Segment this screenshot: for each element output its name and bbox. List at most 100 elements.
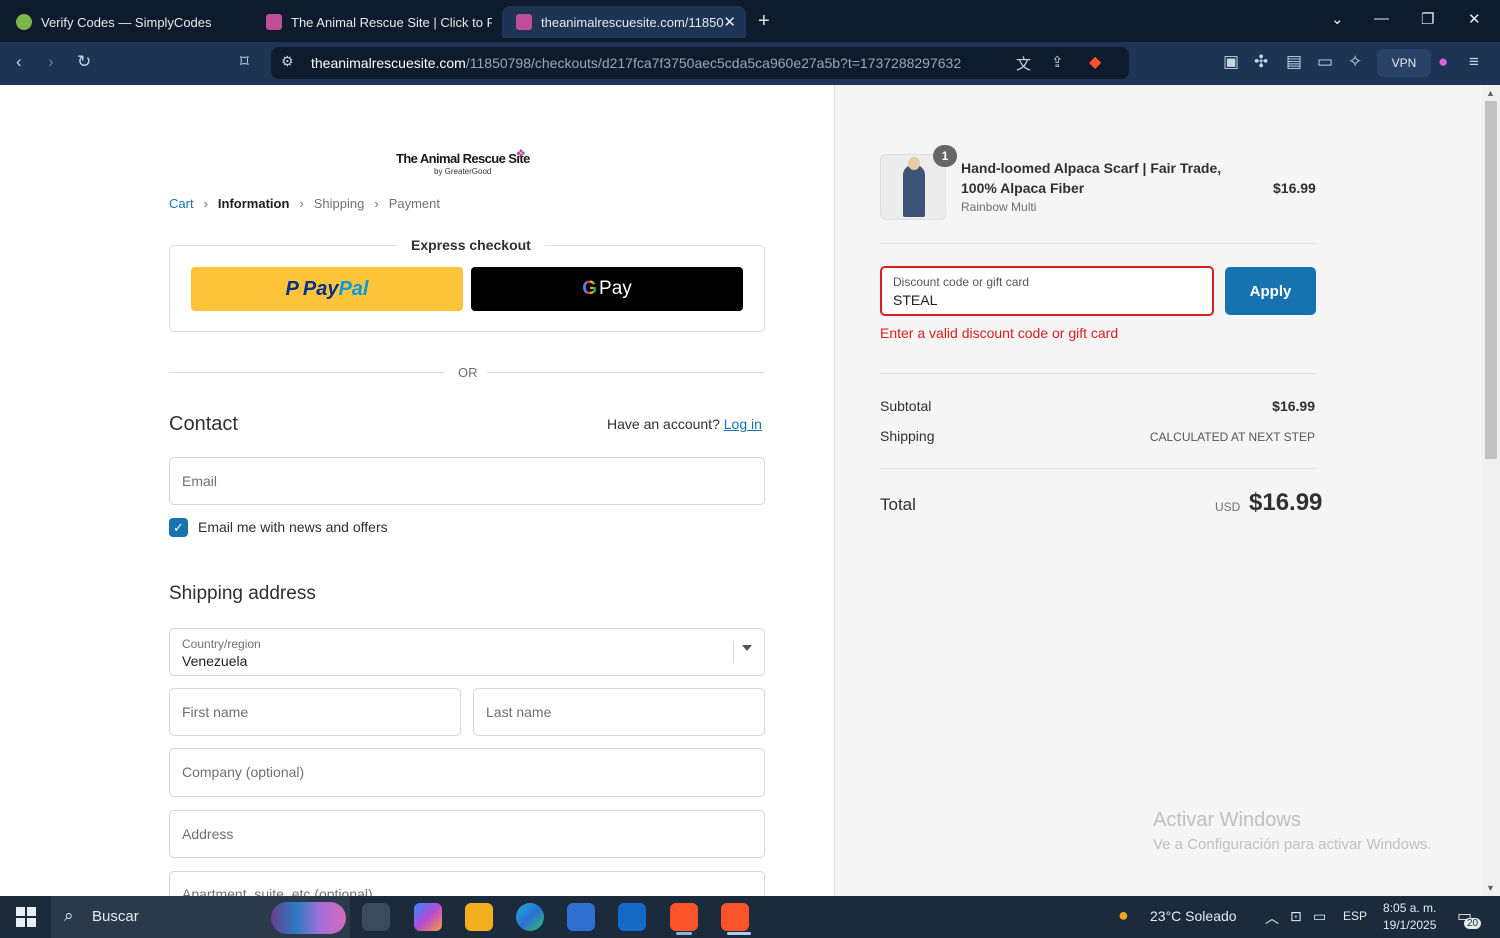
checkout-main: The Animal Rescue Site ❖ by GreaterGood … — [0, 85, 834, 896]
or-divider: OR — [169, 365, 765, 381]
divider-line — [880, 243, 1316, 244]
vpn-button[interactable]: VPN — [1377, 49, 1431, 77]
menu-icon[interactable]: ≡ — [1469, 52, 1479, 72]
chevron-down-icon — [742, 645, 752, 651]
language-indicator[interactable]: ESP — [1343, 909, 1367, 923]
clock-time: 8:05 a. m. — [1383, 901, 1437, 915]
logo-subtitle: by GreaterGood — [434, 167, 492, 176]
login-link[interactable]: Log in — [724, 416, 762, 432]
total-value: $16.99 — [1249, 489, 1323, 516]
chevron-right-icon: › — [374, 196, 379, 211]
order-summary: 1 Hand-loomed Alpaca Scarf | Fair Trade,… — [834, 85, 1482, 896]
country-select[interactable]: Country/region Venezuela — [169, 628, 765, 676]
breadcrumb-cart[interactable]: Cart — [169, 196, 194, 211]
sidebar-icon[interactable]: ▤ — [1286, 52, 1302, 72]
tab-title: Verify Codes — SimplyCodes — [41, 14, 212, 30]
new-tab-icon[interactable]: + — [758, 10, 770, 33]
scrollbar-thumb[interactable] — [1485, 101, 1497, 459]
translate-icon[interactable]: 文 — [1016, 53, 1031, 74]
first-name-field[interactable]: First name — [169, 688, 461, 736]
file-explorer-icon[interactable] — [465, 903, 493, 931]
minimize-icon[interactable]: — — [1374, 10, 1389, 27]
divider-line — [487, 372, 765, 373]
quantity-badge: 1 — [933, 145, 957, 167]
leo-ai-icon[interactable]: ✧ — [1348, 52, 1362, 72]
notification-count-badge: 20 — [1464, 918, 1482, 929]
company-field[interactable]: Company (optional) — [169, 748, 765, 797]
weather-sun-icon[interactable]: ● — [1118, 905, 1129, 926]
copilot-icon[interactable] — [414, 903, 442, 931]
wallet-icon[interactable]: ▭ — [1317, 52, 1333, 72]
edge-icon[interactable] — [516, 903, 544, 931]
email-field[interactable]: Email — [169, 457, 765, 505]
chevron-right-icon: › — [203, 196, 208, 211]
microsoft-store-icon[interactable] — [567, 903, 595, 931]
back-icon[interactable]: ‹ — [16, 52, 22, 72]
forward-icon[interactable]: › — [48, 52, 54, 72]
tab-simplycodes[interactable]: Verify Codes — SimplyCodes — [2, 6, 252, 38]
last-name-field[interactable]: Last name — [473, 688, 765, 736]
brave-shields-icon[interactable]: ◆ — [1089, 52, 1101, 72]
tab-animal-rescue[interactable]: The Animal Rescue Site | Click to Fe — [252, 6, 492, 38]
tab-checkout[interactable]: theanimalrescuesite.com/11850 ✕ — [502, 6, 746, 38]
tray-chevron-up-icon[interactable]: ︿ — [1265, 908, 1279, 928]
paw-logo-icon: ❖ — [516, 148, 526, 160]
weather-text[interactable]: 23°C Soleado — [1150, 908, 1237, 924]
google-pay-button[interactable]: G Pay — [471, 267, 743, 311]
checkmark-icon: ✓ — [173, 519, 184, 535]
url-path: /11850798/checkouts/d217fca7f3750aec5cda… — [465, 55, 962, 71]
taskbar-clock[interactable]: 8:05 a. m. 19/1/2025 — [1383, 900, 1436, 934]
subtotal-value: $16.99 — [1272, 398, 1315, 414]
simplycodes-favicon-icon — [16, 14, 32, 30]
search-icon: ⌕ — [64, 906, 74, 925]
taskbar-search[interactable]: ⌕ Buscar — [51, 896, 350, 938]
profile-avatar-icon[interactable]: ● — [1438, 52, 1448, 72]
discount-code-input[interactable]: Discount code or gift card STEAL — [880, 266, 1214, 316]
product-figure-head — [908, 157, 920, 170]
tab-title: theanimalrescuesite.com/11850 — [541, 14, 724, 30]
paypal-p-icon: P — [285, 277, 299, 300]
scroll-down-icon[interactable]: ▼ — [1486, 883, 1495, 893]
task-view-icon[interactable] — [362, 903, 390, 931]
paypal-button[interactable]: P Pay Pal — [191, 267, 463, 311]
discount-label: Discount code or gift card — [893, 275, 1030, 289]
newsletter-checkbox[interactable]: ✓ — [169, 518, 188, 537]
newsletter-label[interactable]: Email me with news and offers — [198, 519, 388, 535]
address-field[interactable]: Address — [169, 810, 765, 858]
breadcrumb: Cart › Information › Shipping › Payment — [169, 196, 440, 211]
bookmark-icon[interactable]: ⌑ — [240, 52, 249, 72]
device-icon[interactable]: ⊡ — [1290, 908, 1302, 925]
apply-label: Apply — [1249, 282, 1292, 300]
reload-icon[interactable]: ↻ — [77, 52, 91, 72]
apartment-field[interactable]: Apartment, suite, etc (optional) — [169, 871, 765, 896]
outlook-icon[interactable] — [618, 903, 646, 931]
last-name-placeholder: Last name — [486, 704, 552, 720]
url-text[interactable]: theanimalrescuesite.com/11850798/checkou… — [311, 55, 961, 71]
restore-icon[interactable]: ❐ — [1421, 10, 1434, 28]
or-text: OR — [458, 365, 478, 380]
close-tab-icon[interactable]: ✕ — [723, 13, 736, 31]
shipping-address-heading: Shipping address — [169, 583, 316, 604]
address-bar[interactable]: ⚙ theanimalrescuesite.com/11850798/check… — [271, 47, 1129, 79]
apply-button[interactable]: Apply — [1225, 267, 1316, 315]
page-scrollbar[interactable]: ▲ ▼ — [1482, 85, 1500, 896]
total-label: Total — [880, 495, 916, 514]
active-indicator — [727, 932, 751, 935]
windows-start-icon[interactable] — [16, 907, 36, 927]
extension-photo-icon[interactable]: ▣ — [1223, 52, 1239, 72]
extensions-icon[interactable]: ✣ — [1254, 52, 1268, 72]
site-info-icon[interactable]: ⚙ — [281, 53, 294, 70]
brave-browser-icon[interactable] — [670, 903, 698, 931]
brave-browser-active-icon[interactable] — [721, 903, 749, 931]
store-logo[interactable]: The Animal Rescue Site ❖ by GreaterGood — [396, 147, 541, 181]
tab-list-chevron-icon[interactable]: ⌄ — [1331, 10, 1344, 28]
paypal-label-pal: Pal — [338, 277, 369, 300]
select-divider — [733, 641, 734, 663]
network-icon[interactable]: ▭ — [1313, 908, 1326, 925]
logo-title: The Animal Rescue Site — [396, 151, 530, 166]
share-icon[interactable]: ⇪ — [1051, 53, 1064, 71]
country-value: Venezuela — [182, 653, 248, 669]
subtotal-label: Subtotal — [880, 398, 932, 414]
close-window-icon[interactable]: ✕ — [1468, 10, 1481, 28]
scroll-up-icon[interactable]: ▲ — [1486, 88, 1495, 98]
